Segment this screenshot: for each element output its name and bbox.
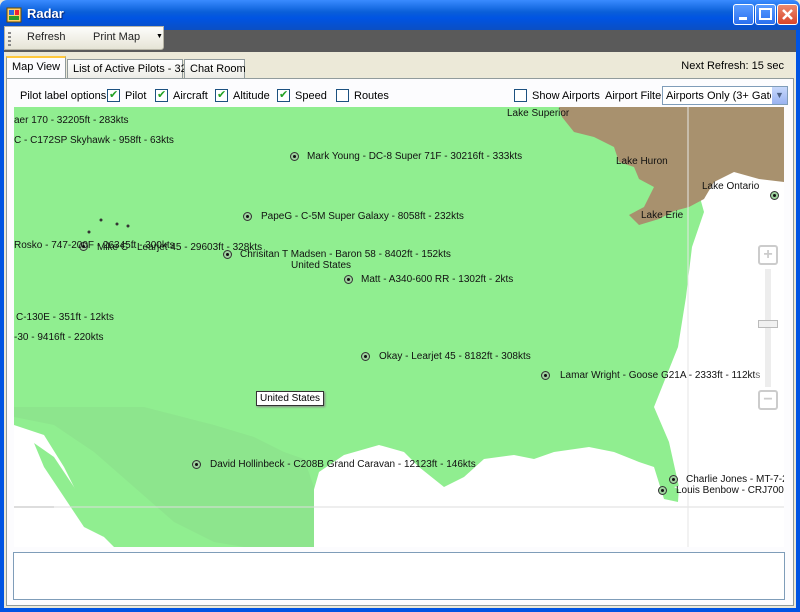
window-frame-right xyxy=(796,30,800,612)
zoom-control: + − xyxy=(755,243,781,413)
united-states-label: United States xyxy=(291,260,352,271)
aircraft-marker[interactable] xyxy=(669,475,678,484)
lake-erie-label: Lake Erie xyxy=(641,210,684,221)
tab-label: List of Active Pilots - 32 xyxy=(73,63,187,75)
toolbar-overflow-icon[interactable]: ▼ xyxy=(156,33,164,45)
zoom-in-button[interactable]: + xyxy=(758,245,778,265)
routes-checkbox[interactable] xyxy=(336,89,349,102)
lake-ontario-label: Lake Ontario xyxy=(702,181,760,192)
minimize-button[interactable] xyxy=(733,4,754,25)
chat-message-box[interactable] xyxy=(13,552,785,600)
check-icon: ✔ xyxy=(217,89,227,101)
pilot-label: C - C172SP Skyhawk - 958ft - 63kts xyxy=(14,135,174,146)
pilot-label-options-label: Pilot label options: xyxy=(20,90,110,102)
map-view-panel: Pilot label options: ✔ Pilot ✔ Aircraft … xyxy=(6,78,794,606)
pilot-checkbox[interactable]: ✔ xyxy=(107,89,120,102)
pilot-label: Chrisitan T Madsen - Baron 58 - 8402ft -… xyxy=(240,249,451,260)
pilot-checkbox-label: Pilot xyxy=(125,90,147,102)
close-icon xyxy=(782,9,793,20)
tab-active-pilots[interactable]: List of Active Pilots - 32 xyxy=(67,59,187,79)
lake-superior-label: Lake Superior xyxy=(507,108,570,119)
window-title: Radar xyxy=(27,6,64,21)
check-icon: ✔ xyxy=(157,89,167,101)
close-button[interactable] xyxy=(777,4,798,25)
aircraft-marker[interactable] xyxy=(770,191,779,200)
toolbar-grip[interactable] xyxy=(8,32,11,46)
minimize-icon xyxy=(739,17,747,20)
tab-label: Map View xyxy=(12,61,61,73)
pilot-label: Charlie Jones - MT-7-2 xyxy=(686,474,784,485)
pilot-label: Mark Young - DC-8 Super 71F - 30216ft - … xyxy=(307,151,523,162)
lake-huron-label: Lake Huron xyxy=(616,156,668,167)
toolbar: Refresh Print Map ▼ xyxy=(4,26,164,50)
aircraft-marker[interactable] xyxy=(223,250,232,259)
refresh-button[interactable]: Refresh xyxy=(27,31,66,43)
airport-filter-label: Airport Filter xyxy=(605,90,665,102)
aircraft-marker[interactable] xyxy=(344,275,353,284)
aircraft-checkbox-label: Aircraft xyxy=(173,90,208,102)
pilot-label: C-130E - 351ft - 12kts xyxy=(16,312,114,323)
altitude-checkbox-label: Altitude xyxy=(233,90,270,102)
aircraft-checkbox[interactable]: ✔ xyxy=(155,89,168,102)
pilot-label: Matt - A340-600 RR - 1302ft - 2kts xyxy=(361,274,514,285)
pilot-label: -30 - 9416ft - 220kts xyxy=(14,332,104,343)
check-icon: ✔ xyxy=(109,89,119,101)
aircraft-marker[interactable] xyxy=(290,152,299,161)
maximize-button[interactable] xyxy=(755,4,776,25)
app-icon xyxy=(6,7,22,23)
aircraft-marker[interactable] xyxy=(243,212,252,221)
routes-checkbox-label: Routes xyxy=(354,90,389,102)
pilot-label: Okay - Learjet 45 - 8182ft - 308kts xyxy=(379,351,531,362)
show-airports-checkbox[interactable] xyxy=(514,89,527,102)
pilot-label: Mike C - Learjet 45 - 29603ft - 328kts xyxy=(97,242,263,253)
pilot-label: aer 170 - 32205ft - 283kts xyxy=(14,115,129,126)
chevron-down-icon[interactable]: ▼ xyxy=(771,87,787,104)
map-tooltip: United States xyxy=(256,391,325,406)
aircraft-marker[interactable] xyxy=(192,460,201,469)
pilot-label: Louis Benbow - CRJ700 xyxy=(676,485,784,496)
check-icon: ✔ xyxy=(279,89,289,101)
show-airports-label: Show Airports xyxy=(532,90,600,102)
speed-checkbox[interactable]: ✔ xyxy=(277,89,290,102)
aircraft-marker[interactable] xyxy=(658,486,667,495)
window-frame-bottom xyxy=(0,608,800,612)
airport-filter-value: Airports Only (3+ Gates) xyxy=(666,90,785,102)
tab-chat-room[interactable]: Chat Room xyxy=(184,59,246,79)
next-refresh-status: Next Refresh: 15 sec xyxy=(681,60,784,72)
zoom-out-button[interactable]: − xyxy=(758,390,778,410)
altitude-checkbox[interactable]: ✔ xyxy=(215,89,228,102)
print-map-button[interactable]: Print Map xyxy=(93,31,140,43)
aircraft-marker[interactable] xyxy=(361,352,370,361)
aircraft-marker[interactable] xyxy=(541,371,550,380)
maximize-icon xyxy=(759,8,772,20)
radar-map[interactable]: Lake Superior Lake Huron Lake Ontario La… xyxy=(14,107,784,547)
pilot-label: Lamar Wright - Goose G21A - 2333ft - 112… xyxy=(560,370,761,381)
speed-checkbox-label: Speed xyxy=(295,90,327,102)
pilot-label: David Hollinbeck - C208B Grand Caravan -… xyxy=(210,459,476,470)
pilot-label: PapeG - C-5M Super Galaxy - 8058ft - 232… xyxy=(261,211,464,222)
zoom-slider-thumb[interactable] xyxy=(758,320,778,328)
airport-filter-select[interactable]: Airports Only (3+ Gates) ▼ xyxy=(662,86,788,105)
zoom-slider-track[interactable] xyxy=(765,269,771,387)
window-frame-left xyxy=(0,30,4,612)
tab-map-view[interactable]: Map View xyxy=(6,56,66,79)
tab-label: Chat Room xyxy=(190,63,246,75)
pilot-label-options: Pilot label options: ✔ Pilot ✔ Aircraft … xyxy=(7,79,793,107)
